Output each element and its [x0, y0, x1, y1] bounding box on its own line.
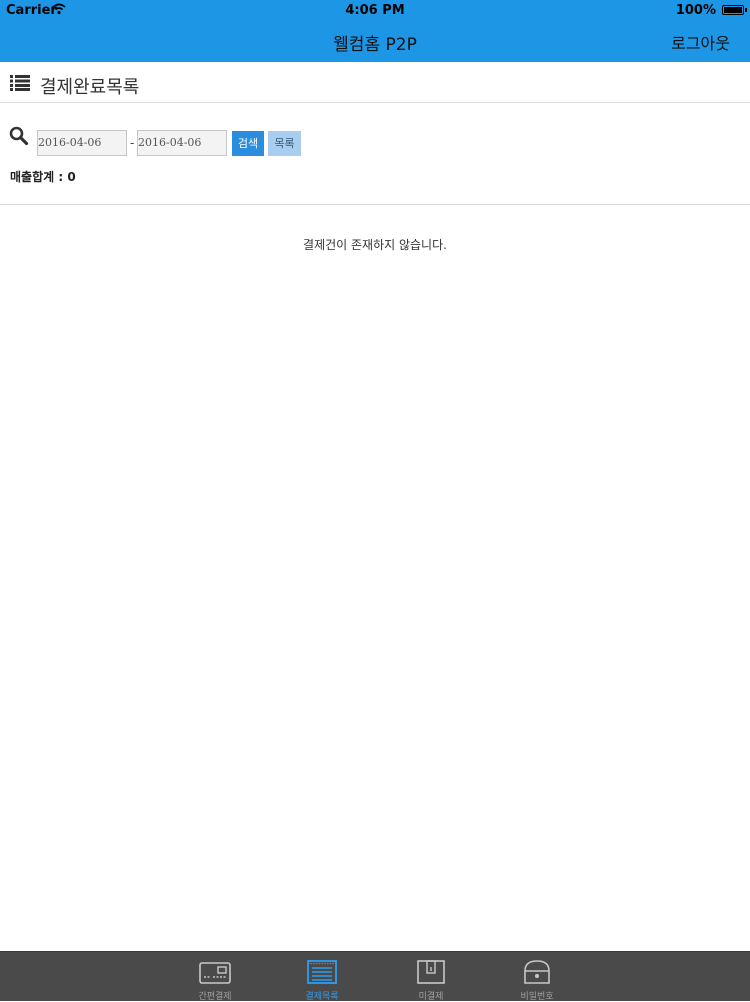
status-bar: Carrier 4:06 PM 100% [0, 0, 750, 22]
app-title: 웰컴홈 P2P [333, 35, 417, 55]
tab-label: 간편결제 [198, 992, 232, 1002]
tab-unpaid[interactable]: 미결제 [393, 952, 469, 1002]
document-icon [417, 960, 445, 984]
tab-label: 미결제 [418, 992, 444, 1002]
end-date-input[interactable]: 2016-04-06 [137, 130, 227, 156]
date-range-separator: - [130, 136, 135, 150]
tab-password[interactable]: 비밀번호 [499, 952, 575, 1002]
start-date-input[interactable]: 2016-04-06 [37, 130, 127, 156]
empty-list-message: 결제건이 존재하지 않습니다. [303, 238, 447, 252]
top-bar: Carrier 4:06 PM 100% 웰컴홈 P2P 로그아웃 [0, 0, 750, 62]
battery-percent: 100% [675, 3, 716, 18]
search-button[interactable]: 검색 [232, 131, 264, 156]
search-form: 2016-04-06 - 2016-04-06 검색 목록 [0, 126, 750, 160]
list-icon [10, 75, 30, 91]
tab-quick-payment[interactable]: 간편결제 [177, 952, 253, 1002]
logout-button[interactable]: 로그아웃 [671, 30, 730, 54]
tab-bar: 간편결제 결제목록 미결제 비밀번호 [0, 951, 750, 1002]
status-time: 4:06 PM [345, 3, 405, 18]
battery-icon [722, 5, 747, 15]
sales-total: 매출합계 : 0 [10, 170, 76, 184]
page-header: 결제완료목록 [0, 62, 750, 103]
tab-label: 결제목록 [305, 992, 339, 1002]
page-title: 결제완료목록 [40, 77, 140, 98]
search-icon [9, 126, 29, 146]
content-divider [0, 204, 750, 205]
receipt-list-icon [307, 960, 337, 984]
tab-payment-list[interactable]: 결제목록 [284, 952, 360, 1002]
list-button[interactable]: 목록 [268, 131, 301, 156]
lock-icon [524, 960, 550, 984]
card-terminal-icon [199, 962, 231, 984]
tab-label: 비밀번호 [520, 992, 554, 1002]
